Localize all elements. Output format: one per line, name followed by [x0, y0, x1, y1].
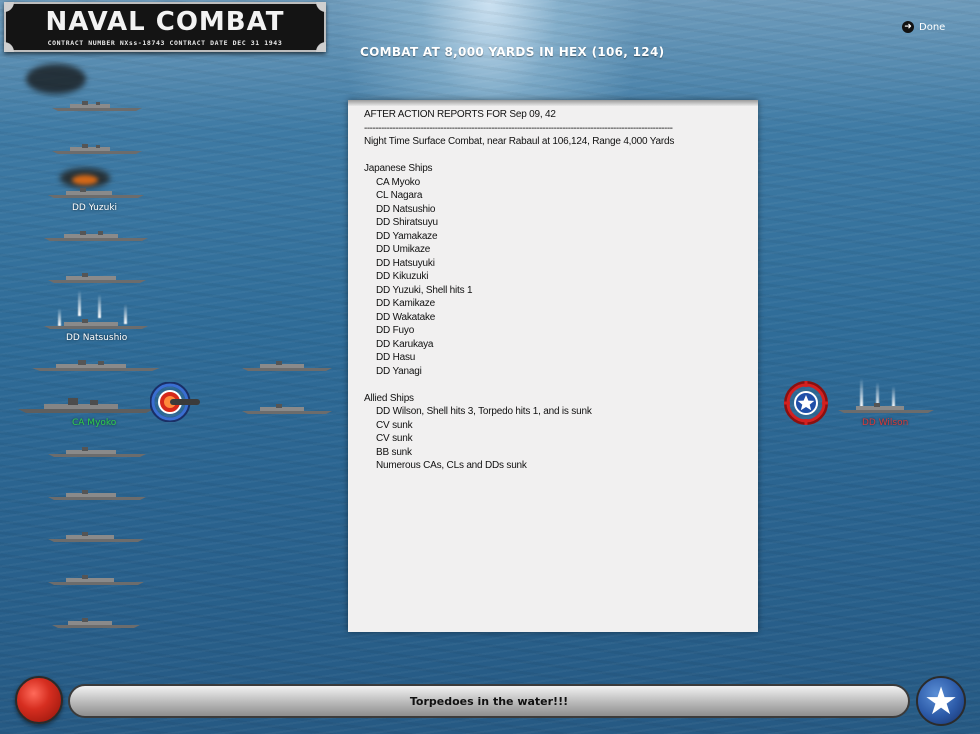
report-line: DD Fuyo	[376, 325, 415, 336]
report-line: DD Kikuzuki	[376, 271, 429, 282]
allied-target-icon[interactable]	[784, 381, 828, 425]
report-line: DD Yanagi	[376, 365, 422, 377]
japanese-ship[interactable]	[52, 617, 140, 628]
done-label: Done	[919, 21, 946, 33]
report-line: CV sunk	[376, 433, 413, 444]
japanese-ship-myoko[interactable]	[18, 398, 154, 413]
report-line: DD Hatsuyuki	[376, 257, 435, 269]
report-line: DD Shiratsuyu	[376, 217, 438, 228]
ship-label-myoko: CA Myoko	[72, 418, 117, 428]
logo-title: NAVAL COMBAT	[45, 7, 285, 37]
fire-icon	[72, 175, 98, 185]
report-line: DD Umikaze	[376, 244, 431, 255]
logo-contract-line: CONTRACT NUMBER NXss-18743 CONTRACT DATE…	[47, 39, 283, 47]
japanese-ship-yuzuki[interactable]	[48, 187, 144, 198]
water-splash	[78, 290, 81, 316]
japanese-ship-natsushio[interactable]	[44, 318, 148, 329]
report-line: DD Yamakaze	[376, 230, 438, 242]
japanese-ship[interactable]	[48, 272, 146, 283]
japanese-ship[interactable]	[44, 230, 148, 241]
japanese-ship[interactable]	[242, 403, 332, 414]
japanese-target-icon[interactable]	[149, 381, 200, 423]
arrow-right-icon: ➜	[902, 21, 914, 33]
report-line: DD Yuzuki, Shell hits 1	[376, 284, 473, 296]
after-action-report-panel: AFTER ACTION REPORTS FOR Sep 09, 42 ----…	[348, 100, 758, 632]
report-line: DD Wakatake	[376, 311, 436, 323]
combat-title: COMBAT AT 8,000 YARDS IN HEX (106, 124)	[360, 45, 665, 59]
report-line: CL Nagara	[376, 190, 423, 201]
done-button[interactable]: ➜ Done	[902, 21, 945, 33]
water-splash	[98, 294, 101, 318]
report-line: DD Hasu	[376, 352, 416, 363]
naval-combat-logo: NAVAL COMBAT CONTRACT NUMBER NXss-18743 …	[4, 2, 326, 52]
smoke-plume	[26, 64, 86, 94]
report-line: DD Kamikaze	[376, 298, 435, 309]
report-separator: ----------------------------------------…	[364, 122, 673, 134]
status-message: Torpedoes in the water!!!	[409, 694, 569, 708]
allied-ship-wilson[interactable]	[838, 402, 934, 413]
report-line: DD Karukaya	[376, 338, 434, 350]
ship-label-natsushio: DD Natsushio	[66, 333, 128, 343]
japanese-side-button[interactable]	[15, 676, 63, 724]
report-line: CV sunk	[376, 419, 413, 431]
status-message-bar: Torpedoes in the water!!!	[68, 684, 910, 718]
japanese-ship[interactable]	[48, 489, 146, 500]
japanese-ship[interactable]	[52, 143, 142, 154]
japanese-ship[interactable]	[48, 446, 146, 457]
report-top-edge	[348, 100, 758, 106]
report-line: Numerous CAs, CLs and DDs sunk	[376, 460, 527, 471]
report-summary: Night Time Surface Combat, near Rabaul a…	[364, 136, 675, 147]
ship-label-yuzuki: DD Yuzuki	[72, 203, 118, 213]
allied-star-button[interactable]: ★	[916, 676, 966, 726]
report-line: DD Wilson, Shell hits 3, Torpedo hits 1,…	[376, 406, 592, 417]
report-title: AFTER ACTION REPORTS FOR Sep 09, 42	[364, 109, 556, 120]
star-icon: ★	[923, 679, 959, 723]
japanese-ship[interactable]	[48, 531, 144, 542]
japanese-ship[interactable]	[32, 360, 160, 371]
japanese-ship[interactable]	[52, 100, 142, 111]
report-body: AFTER ACTION REPORTS FOR Sep 09, 42 ----…	[364, 108, 750, 473]
report-line: CA Myoko	[376, 176, 420, 188]
japanese-ship[interactable]	[48, 574, 144, 585]
japanese-ship[interactable]	[242, 360, 332, 371]
allied-ships-heading: Allied Ships	[364, 392, 414, 404]
report-line: BB sunk	[376, 446, 412, 458]
ship-label-wilson: DD Wilson	[862, 418, 909, 428]
report-line: DD Natsushio	[376, 203, 436, 215]
japanese-ships-heading: Japanese Ships	[364, 163, 433, 174]
